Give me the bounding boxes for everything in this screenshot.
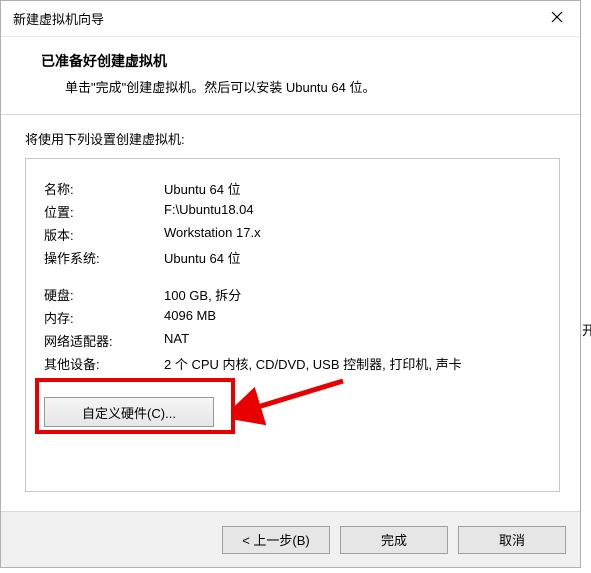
row-memory: 内存: 4096 MB (44, 306, 541, 329)
close-button[interactable] (534, 1, 580, 37)
row-gap (44, 269, 541, 283)
intro-text: 将使用下列设置创建虚拟机: (25, 129, 560, 148)
value-memory: 4096 MB (164, 306, 541, 329)
content-section: 将使用下列设置创建虚拟机: 名称: Ubuntu 64 位 位置: F:\Ubu… (1, 115, 580, 511)
row-name: 名称: Ubuntu 64 位 (44, 177, 541, 200)
label-os: 操作系统: (44, 246, 164, 269)
label-location: 位置: (44, 200, 164, 223)
value-other: 2 个 CPU 内核, CD/DVD, USB 控制器, 打印机, 声卡 (164, 352, 541, 375)
new-vm-wizard-dialog: 新建虚拟机向导 已准备好创建虚拟机 单击"完成"创建虚拟机。然后可以安装 Ubu… (0, 0, 581, 568)
value-name: Ubuntu 64 位 (164, 177, 541, 200)
value-disk: 100 GB, 拆分 (164, 283, 541, 306)
row-os: 操作系统: Ubuntu 64 位 (44, 246, 541, 269)
customize-hardware-button[interactable]: 自定义硬件(C)... (44, 397, 214, 427)
value-version: Workstation 17.x (164, 223, 541, 246)
close-icon (551, 11, 563, 26)
label-other: 其他设备: (44, 352, 164, 375)
settings-panel: 名称: Ubuntu 64 位 位置: F:\Ubuntu18.04 版本: W… (25, 158, 560, 492)
value-os: Ubuntu 64 位 (164, 246, 541, 269)
row-version: 版本: Workstation 17.x (44, 223, 541, 246)
value-network: NAT (164, 329, 541, 352)
footer: < 上一步(B) 完成 取消 (1, 511, 580, 567)
cancel-button[interactable]: 取消 (458, 526, 566, 554)
titlebar: 新建虚拟机向导 (1, 1, 580, 37)
label-disk: 硬盘: (44, 283, 164, 306)
row-other: 其他设备: 2 个 CPU 内核, CD/DVD, USB 控制器, 打印机, … (44, 352, 541, 375)
dialog-title: 新建虚拟机向导 (13, 9, 104, 28)
header-title: 已准备好创建虚拟机 (41, 51, 560, 71)
label-memory: 内存: (44, 306, 164, 329)
row-disk: 硬盘: 100 GB, 拆分 (44, 283, 541, 306)
header-subtitle: 单击"完成"创建虚拟机。然后可以安装 Ubuntu 64 位。 (41, 77, 560, 96)
settings-table: 名称: Ubuntu 64 位 位置: F:\Ubuntu18.04 版本: W… (44, 177, 541, 375)
header-section: 已准备好创建虚拟机 单击"完成"创建虚拟机。然后可以安装 Ubuntu 64 位… (1, 37, 580, 115)
row-network: 网络适配器: NAT (44, 329, 541, 352)
label-version: 版本: (44, 223, 164, 246)
finish-button[interactable]: 完成 (340, 526, 448, 554)
value-location: F:\Ubuntu18.04 (164, 200, 541, 223)
label-name: 名称: (44, 177, 164, 200)
stray-text: 开 (582, 320, 591, 339)
back-button[interactable]: < 上一步(B) (222, 526, 330, 554)
row-location: 位置: F:\Ubuntu18.04 (44, 200, 541, 223)
label-network: 网络适配器: (44, 329, 164, 352)
